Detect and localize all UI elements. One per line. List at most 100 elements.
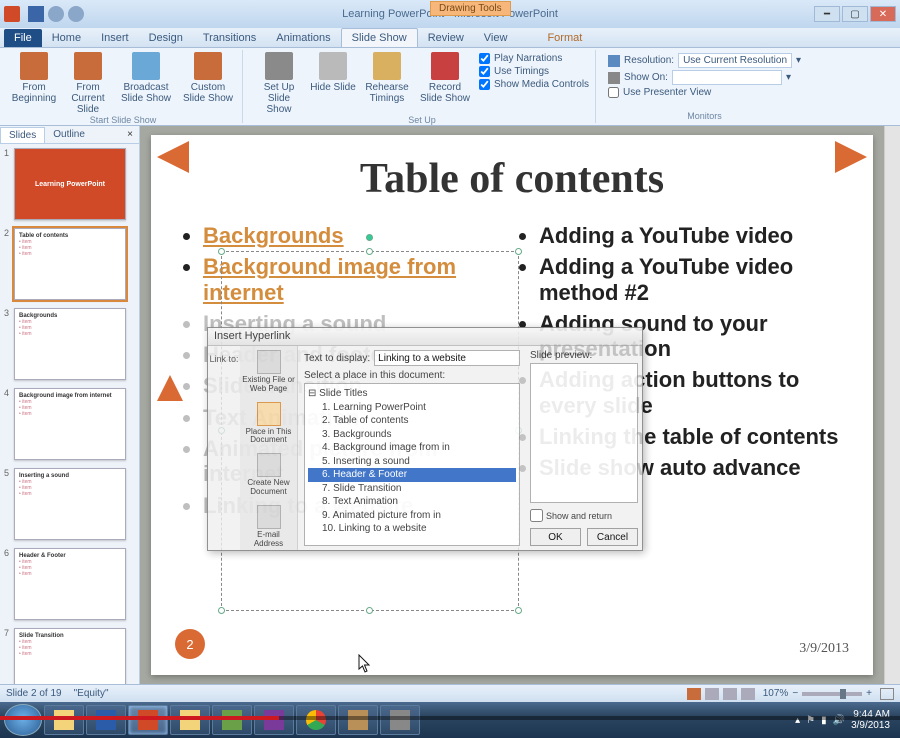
record-button[interactable]: Record Slide Show — [417, 52, 473, 104]
tab-file[interactable]: File — [4, 29, 42, 47]
reading-view-icon[interactable] — [723, 688, 737, 700]
pane-close-icon[interactable]: × — [121, 129, 139, 140]
minimize-button[interactable]: ━ — [814, 6, 840, 22]
show-return-check[interactable]: Show and return — [530, 509, 638, 522]
setup-button[interactable]: Set Up Slide Show — [255, 52, 303, 115]
taskbar-chrome[interactable] — [296, 705, 336, 735]
tab-transitions[interactable]: Transitions — [193, 29, 266, 47]
ok-button[interactable]: OK — [530, 528, 581, 546]
tab-slideshow[interactable]: Slide Show — [341, 28, 418, 47]
show-on-field — [672, 70, 782, 85]
tab-home[interactable]: Home — [42, 29, 91, 47]
slide-tree[interactable]: ⊟ Slide Titles1. Learning PowerPoint2. T… — [304, 383, 520, 546]
resize-handle[interactable] — [515, 607, 522, 614]
resize-handle[interactable] — [366, 607, 373, 614]
show-on-row[interactable]: Show On:▾ — [608, 70, 801, 85]
thumbnail-list[interactable]: 1Learning PowerPoint 2Table of contents• … — [0, 144, 139, 684]
tree-item[interactable]: 1. Learning PowerPoint — [308, 401, 516, 415]
resolution-field[interactable]: Use Current Resolution — [678, 53, 792, 68]
tab-format[interactable]: Format — [537, 29, 592, 47]
from-beginning-button[interactable]: From Beginning — [10, 52, 58, 104]
thumbnail[interactable]: 5Inserting a sound• item• item• item — [4, 468, 135, 540]
normal-view-icon[interactable] — [687, 688, 701, 700]
taskbar-explorer[interactable] — [44, 705, 84, 735]
thumbnail[interactable]: 4Background image from internet• item• i… — [4, 388, 135, 460]
thumbnail[interactable]: 2Table of contents• item• item• item — [4, 228, 135, 300]
zoom-in-icon[interactable]: + — [866, 688, 872, 699]
taskbar-app1[interactable] — [338, 705, 378, 735]
slide-preview-box — [530, 363, 638, 503]
slide-title: Table of contents — [151, 155, 873, 203]
toc-item[interactable]: Adding a YouTube video method #2 — [539, 254, 843, 305]
pane-tab-slides[interactable]: Slides — [0, 127, 45, 143]
text-display-input[interactable] — [374, 350, 520, 366]
toc-item[interactable]: Adding a YouTube video — [539, 223, 843, 248]
thumbnail[interactable]: 6Header & Footer• item• item• item — [4, 548, 135, 620]
tree-item[interactable]: 8. Text Animation — [308, 495, 516, 509]
play-narrations-check[interactable]: Play Narrations — [479, 53, 589, 64]
tree-item[interactable]: 3. Backgrounds — [308, 428, 516, 442]
pane-tab-outline[interactable]: Outline — [45, 127, 93, 142]
slide-date: 3/9/2013 — [799, 641, 849, 657]
redo-icon[interactable] — [68, 6, 84, 22]
tab-animations[interactable]: Animations — [266, 29, 340, 47]
tree-item[interactable]: 10. Linking to a website — [308, 522, 516, 536]
broadcast-button[interactable]: Broadcast Slide Show — [118, 52, 174, 104]
resize-handle[interactable] — [218, 607, 225, 614]
taskbar-powerpoint[interactable] — [128, 705, 168, 735]
tree-item[interactable]: 7. Slide Transition — [308, 482, 516, 496]
linkto-email[interactable]: E-mail Address — [242, 505, 295, 549]
from-current-button[interactable]: From Current Slide — [64, 52, 112, 115]
undo-icon[interactable] — [48, 6, 64, 22]
toc-link[interactable]: Backgrounds — [203, 223, 507, 248]
tab-insert[interactable]: Insert — [91, 29, 139, 47]
thumbnail[interactable]: 3Backgrounds• item• item• item — [4, 308, 135, 380]
maximize-button[interactable]: ▢ — [842, 6, 868, 22]
taskbar-app2[interactable] — [380, 705, 420, 735]
save-icon[interactable] — [28, 6, 44, 22]
tab-review[interactable]: Review — [418, 29, 474, 47]
start-button[interactable] — [4, 704, 42, 736]
sorter-view-icon[interactable] — [705, 688, 719, 700]
resolution-row[interactable]: Resolution:Use Current Resolution▾ — [608, 53, 801, 68]
tree-item[interactable]: 4. Background image from in — [308, 441, 516, 455]
zoom-out-icon[interactable]: − — [792, 688, 798, 699]
tray-clock[interactable]: 9:44 AM 3/9/2013 — [851, 709, 890, 731]
taskbar-camtasia[interactable] — [212, 705, 252, 735]
tab-view[interactable]: View — [474, 29, 518, 47]
toc-link[interactable]: Background image from internet — [203, 254, 507, 305]
tree-item[interactable]: 9. Animated picture from in — [308, 509, 516, 523]
close-button[interactable]: ✕ — [870, 6, 896, 22]
slideshow-view-icon[interactable] — [741, 688, 755, 700]
slide-canvas[interactable]: Table of contents Backgrounds Background … — [140, 126, 884, 684]
tree-item[interactable]: 2. Table of contents — [308, 414, 516, 428]
hide-icon — [319, 52, 347, 80]
vertical-scrollbar[interactable] — [884, 126, 900, 684]
folder-icon — [54, 710, 74, 730]
rehearse-button[interactable]: Rehearse Timings — [363, 52, 411, 104]
taskbar-folder[interactable] — [170, 705, 210, 735]
linkto-place[interactable]: Place in This Document — [242, 402, 295, 446]
custom-show-button[interactable]: Custom Slide Show — [180, 52, 236, 104]
media-controls-check[interactable]: Show Media Controls — [479, 79, 589, 90]
cancel-button[interactable]: Cancel — [587, 528, 638, 546]
video-progress-bar[interactable] — [0, 716, 900, 720]
linkto-newdoc[interactable]: Create New Document — [242, 453, 295, 497]
tree-item[interactable]: 6. Header & Footer — [308, 468, 516, 482]
chevron-down-icon[interactable]: ▾ — [796, 55, 801, 66]
fit-window-icon[interactable] — [880, 688, 894, 700]
presenter-view-check[interactable]: Use Presenter View — [608, 87, 801, 98]
tab-design[interactable]: Design — [139, 29, 193, 47]
hide-slide-button[interactable]: Hide Slide — [309, 52, 357, 93]
taskbar-word[interactable] — [86, 705, 126, 735]
zoom-slider[interactable] — [802, 692, 862, 696]
thumbnail[interactable]: 1Learning PowerPoint — [4, 148, 135, 220]
taskbar-onenote[interactable] — [254, 705, 294, 735]
slide: Table of contents Backgrounds Background … — [151, 135, 873, 675]
thumbnail[interactable]: 7Slide Transition• item• item• item — [4, 628, 135, 684]
zoom-level[interactable]: 107% — [763, 688, 789, 699]
use-timings-check[interactable]: Use Timings — [479, 66, 589, 77]
linkto-existing[interactable]: Existing File or Web Page — [242, 350, 295, 394]
tree-item[interactable]: 5. Inserting a sound — [308, 455, 516, 469]
system-tray[interactable]: ▴ ⚑ ▮ 🔊 9:44 AM 3/9/2013 — [795, 709, 896, 731]
